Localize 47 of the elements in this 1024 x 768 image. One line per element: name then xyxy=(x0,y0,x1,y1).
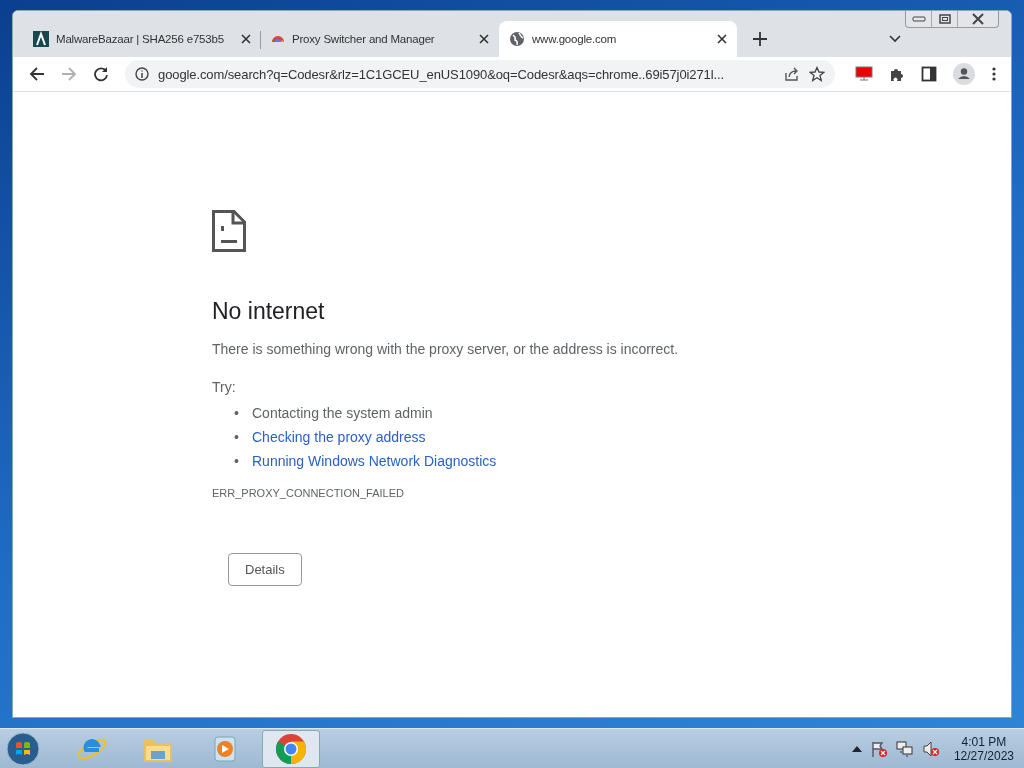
side-panel-icon[interactable] xyxy=(921,66,937,82)
start-button[interactable] xyxy=(6,731,40,766)
info-icon xyxy=(135,67,149,81)
new-tab-icon[interactable] xyxy=(753,32,767,46)
suggestion-link[interactable]: Checking the proxy address xyxy=(252,425,426,449)
menu-icon[interactable] xyxy=(991,66,997,82)
bullet: • xyxy=(234,428,240,447)
letter-a-icon xyxy=(33,31,49,47)
puzzle-icon[interactable] xyxy=(889,66,905,82)
globe-icon xyxy=(509,31,525,47)
browser-tab[interactable]: www.google.com xyxy=(499,21,737,57)
close-icon[interactable] xyxy=(717,34,727,44)
suggestion-link[interactable]: Running Windows Network Diagnostics xyxy=(252,449,497,473)
back-icon[interactable] xyxy=(29,66,45,82)
sad-page-icon xyxy=(212,210,246,252)
profile-icon[interactable] xyxy=(953,63,975,85)
close-icon[interactable] xyxy=(241,34,251,44)
suggestion-text: Contacting the system admin xyxy=(252,404,433,423)
close-icon xyxy=(971,13,985,25)
restore-icon xyxy=(938,14,951,24)
minimize-icon xyxy=(911,15,926,23)
share-icon[interactable] xyxy=(784,66,800,82)
browser-tab[interactable]: MalwareBazaar | SHA256 e753b5 xyxy=(23,21,261,57)
bullet: • xyxy=(234,452,240,471)
clock-date: 12/27/2023 xyxy=(953,748,1014,763)
details-button[interactable]: Details xyxy=(228,553,302,586)
try-label: Try: xyxy=(212,379,237,395)
taskbar-app[interactable] xyxy=(262,729,320,768)
tab-title: Proxy Switcher and Manager xyxy=(292,33,436,45)
error-message: There is something wrong with the proxy server, or the address is incorrect. xyxy=(212,341,680,357)
caret-up-icon[interactable] xyxy=(851,745,862,752)
address-bar[interactable]: google.com/search?q=Codesr&rlz=1C1GCEU_enUS1090&oq=Codesr&aqs=chrome..69i57j0i271l... xyxy=(125,60,835,88)
reload-icon[interactable] xyxy=(93,66,109,82)
close-icon[interactable] xyxy=(479,34,489,44)
network-icon[interactable] xyxy=(895,739,914,758)
tab-title: www.google.com xyxy=(532,33,618,45)
error-code: ERR_PROXY_CONNECTION_FAILED xyxy=(212,487,405,499)
chevron-down-icon[interactable] xyxy=(889,35,901,43)
tab-title: MalwareBazaar | SHA256 e753b5 xyxy=(56,33,225,45)
browser-tab[interactable]: Proxy Switcher and Manager xyxy=(261,21,499,57)
bullet: • xyxy=(234,404,240,423)
muted-speaker-icon[interactable] xyxy=(921,739,940,758)
flag-icon[interactable] xyxy=(869,739,888,758)
error-title: No internet xyxy=(212,298,326,325)
monitor-icon[interactable] xyxy=(855,66,873,82)
clock-time: 4:01 PM xyxy=(961,734,1007,749)
star-icon[interactable] xyxy=(809,66,825,82)
